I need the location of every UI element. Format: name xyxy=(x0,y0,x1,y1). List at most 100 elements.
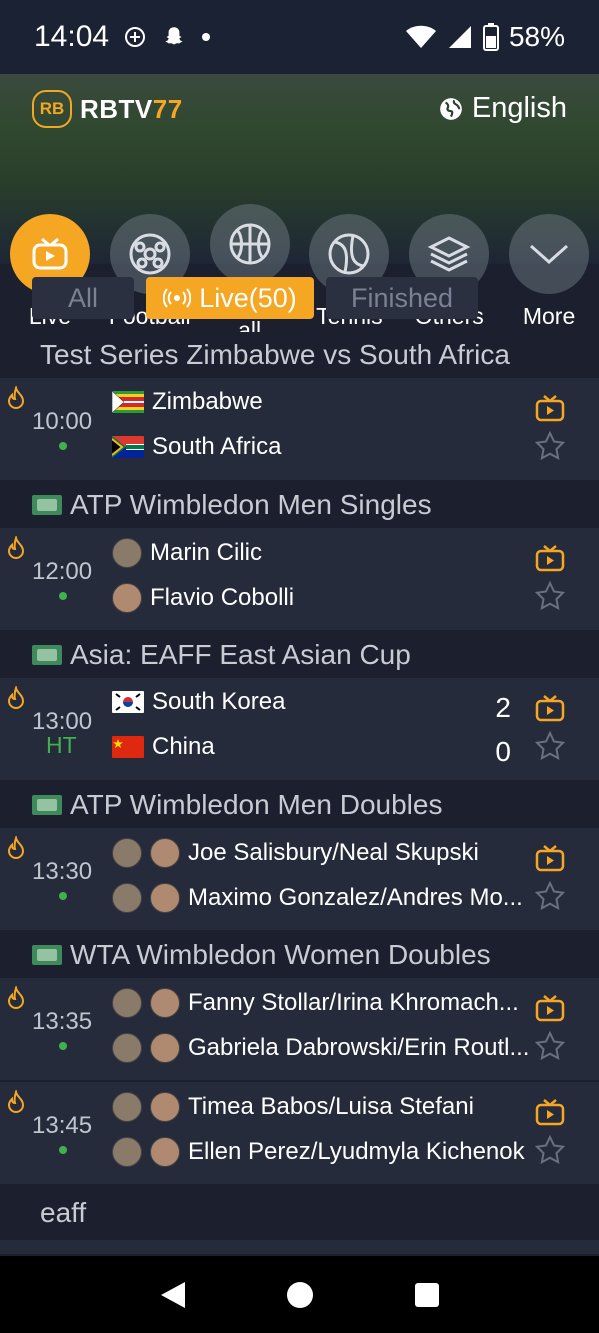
hot-icon xyxy=(7,536,25,559)
world-map-icon xyxy=(32,795,62,815)
player-avatar xyxy=(112,538,142,568)
match-row-partial[interactable] xyxy=(0,1240,599,1256)
team-home: Marin Cilic xyxy=(112,538,262,568)
live-indicator-dot xyxy=(59,1042,67,1050)
match-row[interactable]: 13:35 Fanny Stollar/Irina Khromach... Ga… xyxy=(0,978,599,1082)
favorite-star-icon[interactable] xyxy=(534,1134,566,1166)
status-bar: 14:04 58% xyxy=(0,0,599,74)
tab-finished[interactable]: Finished xyxy=(326,277,478,319)
world-map-icon xyxy=(32,495,62,515)
live-stream-icon[interactable] xyxy=(535,844,565,872)
broadcast-icon xyxy=(163,288,192,308)
favorite-star-icon[interactable] xyxy=(534,580,566,612)
world-map-icon xyxy=(32,945,62,965)
tab-all[interactable]: All xyxy=(32,277,134,319)
match-list: Test Series Zimbabwe vs South Africa 10:… xyxy=(0,332,599,1256)
hot-icon xyxy=(7,686,25,709)
team-home: Joe Salisbury/Neal Skupski xyxy=(112,838,479,868)
league-name: Test Series Zimbabwe vs South Africa xyxy=(40,339,510,370)
system-nav-bar xyxy=(0,1256,599,1333)
battery-percent: 58% xyxy=(508,21,565,52)
league-name: WTA Wimbledon Women Doubles xyxy=(70,939,491,970)
world-map-icon xyxy=(32,645,62,665)
player-avatar xyxy=(150,1033,180,1063)
language-label: English xyxy=(471,92,567,124)
live-stream-icon[interactable] xyxy=(535,1098,565,1126)
team-away: South Africa xyxy=(112,433,281,461)
league-header: eaff xyxy=(0,1186,599,1240)
language-selector[interactable]: English xyxy=(438,92,567,125)
team-away: Ellen Perez/Lyudmyla Kichenok xyxy=(112,1137,525,1167)
favorite-star-icon[interactable] xyxy=(534,430,566,462)
team-name: Timea Babos/Luisa Stefani xyxy=(188,1093,474,1120)
hot-icon xyxy=(7,836,25,859)
team-name: Marin Cilic xyxy=(150,539,263,566)
team-away: China xyxy=(112,733,215,761)
team-away: Flavio Cobolli xyxy=(112,583,294,613)
team-name: Fanny Stollar/Irina Khromach... xyxy=(188,989,519,1016)
signal-icon xyxy=(448,26,471,48)
match-row[interactable]: 13:00 HT South Korea China 2 0 xyxy=(0,678,599,782)
notification-dot-icon xyxy=(202,33,211,41)
league-header: Test Series Zimbabwe vs South Africa xyxy=(0,332,599,378)
match-time: 12:00 xyxy=(32,558,93,585)
data-saver-icon xyxy=(125,27,146,47)
live-stream-icon[interactable] xyxy=(535,694,565,722)
team-name: Zimbabwe xyxy=(152,388,263,415)
wifi-icon xyxy=(405,25,436,48)
match-time: 10:00 xyxy=(32,408,93,435)
battery-icon xyxy=(482,23,499,51)
filter-tabs: All Live(50) Finished xyxy=(0,264,599,332)
live-stream-icon[interactable] xyxy=(535,394,565,422)
team-name: China xyxy=(152,733,215,760)
match-time: 13:45 xyxy=(32,1112,93,1139)
match-status: HT xyxy=(46,732,77,758)
team-name: Maximo Gonzalez/Andres Mo... xyxy=(188,884,523,911)
league-name: ATP Wimbledon Men Doubles xyxy=(70,789,443,820)
league-header: ATP Wimbledon Men Singles xyxy=(0,482,599,528)
player-avatar xyxy=(112,1137,142,1167)
live-stream-icon[interactable] xyxy=(535,994,565,1022)
favorite-star-icon[interactable] xyxy=(534,1030,566,1062)
team-name: Joe Salisbury/Neal Skupski xyxy=(188,839,479,866)
live-indicator-dot xyxy=(59,592,67,600)
match-row[interactable]: 13:45 Timea Babos/Luisa Stefani Ellen Pe… xyxy=(0,1082,599,1186)
home-icon[interactable] xyxy=(285,1280,315,1310)
match-row[interactable]: 13:30 Joe Salisbury/Neal Skupski Maximo … xyxy=(0,828,599,932)
league-name: ATP Wimbledon Men Singles xyxy=(70,489,432,520)
team-home: South Korea xyxy=(112,688,285,716)
app-logo[interactable]: RB RBTV77 xyxy=(32,90,183,128)
away-score: 0 xyxy=(495,736,511,767)
china-flag-icon xyxy=(112,736,144,758)
globe-icon xyxy=(440,97,462,120)
match-row[interactable]: 12:00 Marin Cilic Flavio Cobolli xyxy=(0,528,599,632)
player-avatar xyxy=(112,838,142,868)
live-stream-icon[interactable] xyxy=(535,544,565,572)
team-away: Gabriela Dabrowski/Erin Routl... xyxy=(112,1033,529,1063)
back-icon[interactable] xyxy=(159,1280,187,1310)
team-away: Maximo Gonzalez/Andres Mo... xyxy=(112,883,523,913)
south-korea-flag-icon xyxy=(112,691,144,713)
recents-icon[interactable] xyxy=(414,1282,440,1308)
team-home: Zimbabwe xyxy=(112,388,263,416)
zimbabwe-flag-icon xyxy=(112,391,144,413)
favorite-star-icon[interactable] xyxy=(534,730,566,762)
live-indicator-dot xyxy=(59,442,67,450)
favorite-star-icon[interactable] xyxy=(534,880,566,912)
team-name: South Africa xyxy=(152,433,282,460)
team-name: Gabriela Dabrowski/Erin Routl... xyxy=(188,1034,530,1061)
match-row[interactable]: 10:00 Zimbabwe South Africa xyxy=(0,378,599,482)
hot-icon xyxy=(7,1090,25,1113)
home-score: 2 xyxy=(495,692,511,723)
brand-name: RBTV77 xyxy=(80,93,183,124)
live-indicator-dot xyxy=(59,1146,67,1154)
live-indicator-dot xyxy=(59,892,67,900)
team-name: Ellen Perez/Lyudmyla Kichenok xyxy=(188,1138,525,1165)
basketball-icon xyxy=(229,223,271,265)
team-home: Fanny Stollar/Irina Khromach... xyxy=(112,988,519,1018)
app-header: RB RBTV77 English Live Football Basketba… xyxy=(0,74,599,342)
league-name: Asia: EAFF East Asian Cup xyxy=(70,639,411,670)
tab-live[interactable]: Live(50) xyxy=(146,277,314,319)
player-avatar xyxy=(112,1092,142,1122)
match-time: 13:30 xyxy=(32,858,93,885)
